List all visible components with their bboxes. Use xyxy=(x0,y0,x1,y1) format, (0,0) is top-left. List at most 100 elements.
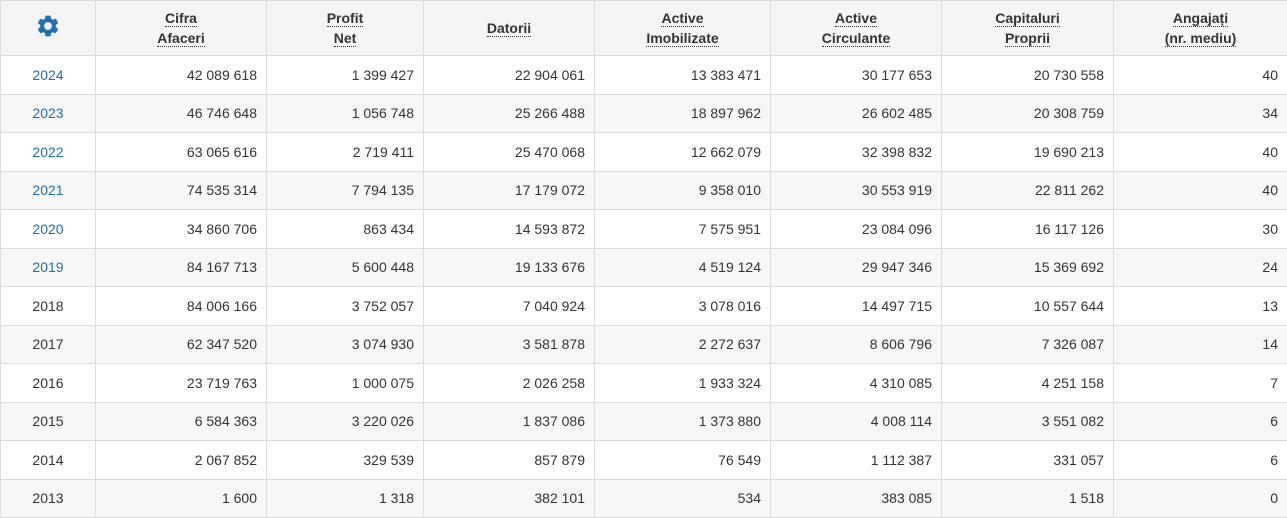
year-link[interactable]: 2024 xyxy=(32,67,63,83)
value-cell: 1 837 086 xyxy=(424,402,595,441)
value-cell: 32 398 832 xyxy=(771,133,942,172)
value-cell: 9 358 010 xyxy=(595,171,771,210)
year-link[interactable]: 2019 xyxy=(32,259,63,275)
value-cell: 2 719 411 xyxy=(267,133,424,172)
value-cell: 331 057 xyxy=(942,441,1114,480)
year-link[interactable]: 2023 xyxy=(32,105,63,121)
value-cell: 4 519 124 xyxy=(595,248,771,287)
value-cell: 1 112 387 xyxy=(771,441,942,480)
value-cell: 19 690 213 xyxy=(942,133,1114,172)
value-cell: 30 553 919 xyxy=(771,171,942,210)
header-capitaluri-proprii[interactable]: Capitaluri Proprii xyxy=(942,1,1114,56)
value-cell: 34 860 706 xyxy=(96,210,267,249)
value-cell: 5 600 448 xyxy=(267,248,424,287)
header-label-line1: Cifra xyxy=(165,10,197,27)
value-cell: 22 811 262 xyxy=(942,171,1114,210)
header-label-line2: Imobilizate xyxy=(646,30,718,47)
header-label-line2: Proprii xyxy=(1005,30,1050,47)
year-cell: 2014 xyxy=(1,441,96,480)
value-cell: 30 xyxy=(1114,210,1287,249)
value-cell: 22 904 061 xyxy=(424,56,595,95)
table-body: 2024 42 089 6181 399 42722 904 06113 383 … xyxy=(1,56,1287,518)
header-label-line1: Angajați xyxy=(1173,10,1228,27)
value-cell: 3 752 057 xyxy=(267,287,424,326)
value-cell: 6 584 363 xyxy=(96,402,267,441)
year-cell[interactable]: 2021 xyxy=(1,171,96,210)
header-label-line2: Circulante xyxy=(822,30,890,47)
value-cell: 14 593 872 xyxy=(424,210,595,249)
value-cell: 8 606 796 xyxy=(771,325,942,364)
value-cell: 84 006 166 xyxy=(96,287,267,326)
value-cell: 3 220 026 xyxy=(267,402,424,441)
value-cell: 329 539 xyxy=(267,441,424,480)
table-row: 20142 067 852329 539857 87976 5491 112 3… xyxy=(1,441,1287,480)
value-cell: 24 xyxy=(1114,248,1287,287)
value-cell: 2 272 637 xyxy=(595,325,771,364)
table-row: 2024 42 089 6181 399 42722 904 06113 383 … xyxy=(1,56,1287,95)
header-label-line1: Profit xyxy=(327,10,364,27)
table-row: 201884 006 1663 752 0577 040 9243 078 01… xyxy=(1,287,1287,326)
header-active-circulante[interactable]: ActiveCirculante xyxy=(771,1,942,56)
gear-icon[interactable] xyxy=(35,13,61,44)
year-cell: 2017 xyxy=(1,325,96,364)
year-cell[interactable]: 2022 xyxy=(1,133,96,172)
table-row: 2021 74 535 3147 794 13517 179 0729 358 0… xyxy=(1,171,1287,210)
value-cell: 3 074 930 xyxy=(267,325,424,364)
value-cell: 17 179 072 xyxy=(424,171,595,210)
value-cell: 14 497 715 xyxy=(771,287,942,326)
year-cell[interactable]: 2024 xyxy=(1,56,96,95)
value-cell: 18 897 962 xyxy=(595,94,771,133)
value-cell: 46 746 648 xyxy=(96,94,267,133)
value-cell: 40 xyxy=(1114,133,1287,172)
header-angajati[interactable]: Angajați (nr. mediu) xyxy=(1114,1,1287,56)
table-row: 201984 167 7135 600 44819 133 6764 519 1… xyxy=(1,248,1287,287)
value-cell: 1 373 880 xyxy=(595,402,771,441)
value-cell: 4 008 114 xyxy=(771,402,942,441)
value-cell: 1 399 427 xyxy=(267,56,424,95)
value-cell: 23 719 763 xyxy=(96,364,267,403)
value-cell: 16 117 126 xyxy=(942,210,1114,249)
header-datorii[interactable]: Datorii xyxy=(424,1,595,56)
value-cell: 23 084 096 xyxy=(771,210,942,249)
settings-cell xyxy=(1,1,96,56)
value-cell: 15 369 692 xyxy=(942,248,1114,287)
value-cell: 1 933 324 xyxy=(595,364,771,403)
value-cell: 7 040 924 xyxy=(424,287,595,326)
value-cell: 2 026 258 xyxy=(424,364,595,403)
value-cell: 20 730 558 xyxy=(942,56,1114,95)
header-profit-net[interactable]: ProfitNet xyxy=(267,1,424,56)
value-cell: 26 602 485 xyxy=(771,94,942,133)
value-cell: 13 xyxy=(1114,287,1287,326)
value-cell: 7 794 135 xyxy=(267,171,424,210)
value-cell: 7 xyxy=(1114,364,1287,403)
year-link[interactable]: 2022 xyxy=(32,144,63,160)
value-cell: 857 879 xyxy=(424,441,595,480)
header-active-imobilizate[interactable]: ActiveImobilizate xyxy=(595,1,771,56)
year-cell[interactable]: 2019 xyxy=(1,248,96,287)
value-cell: 1 000 075 xyxy=(267,364,424,403)
value-cell: 74 535 314 xyxy=(96,171,267,210)
year-cell: 2015 xyxy=(1,402,96,441)
table-row: 202346 746 6481 056 74825 266 48818 897 … xyxy=(1,94,1287,133)
value-cell: 3 551 082 xyxy=(942,402,1114,441)
table-row: 201762 347 5203 074 9303 581 8782 272 63… xyxy=(1,325,1287,364)
year-link[interactable]: 2021 xyxy=(32,182,63,198)
year-cell: 2018 xyxy=(1,287,96,326)
header-label-line2: (nr. mediu) xyxy=(1165,30,1237,47)
header-label-line1: Capitaluri xyxy=(995,10,1060,27)
value-cell: 84 167 713 xyxy=(96,248,267,287)
year-link[interactable]: 2020 xyxy=(32,221,63,237)
year-cell[interactable]: 2023 xyxy=(1,94,96,133)
table-row: 202263 065 6162 719 41125 470 06812 662 … xyxy=(1,133,1287,172)
table-row: 202034 860 706863 43414 593 8727 575 951… xyxy=(1,210,1287,249)
value-cell: 6 xyxy=(1114,441,1287,480)
value-cell: 42 089 618 xyxy=(96,56,267,95)
table-row: 201623 719 7631 000 0752 026 2581 933 32… xyxy=(1,364,1287,403)
table-row: 20156 584 3633 220 0261 837 0861 373 880… xyxy=(1,402,1287,441)
value-cell: 25 266 488 xyxy=(424,94,595,133)
financial-table: CifraAfaceriProfitNetDatoriiActiveImobil… xyxy=(0,0,1287,518)
value-cell: 13 383 471 xyxy=(595,56,771,95)
year-cell[interactable]: 2020 xyxy=(1,210,96,249)
value-cell: 12 662 079 xyxy=(595,133,771,172)
header-cifra-afaceri[interactable]: CifraAfaceri xyxy=(96,1,267,56)
